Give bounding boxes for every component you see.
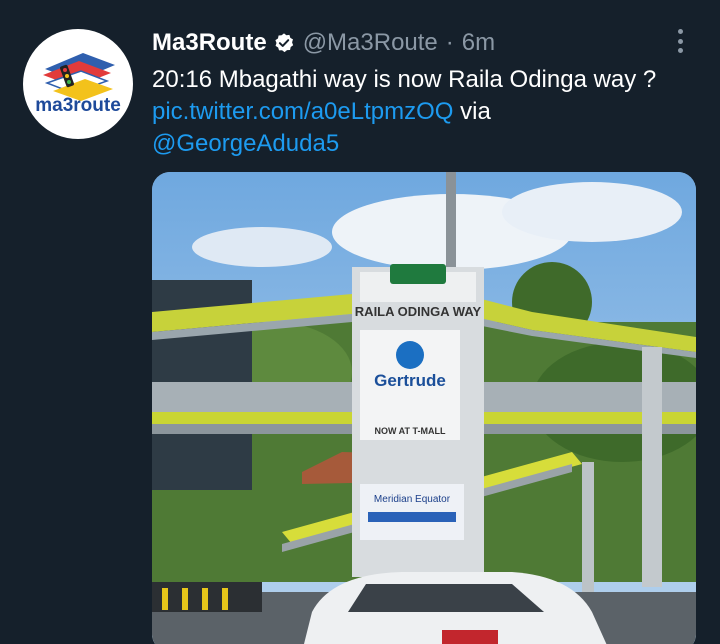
- via-label: via: [460, 98, 491, 125]
- more-vertical-icon[interactable]: [672, 26, 688, 56]
- mention-link[interactable]: @GeorgeAduda5: [152, 130, 339, 157]
- avatar[interactable]: ma3route: [23, 29, 133, 139]
- sign-line-tmall: NOW AT T-MALL: [375, 426, 446, 436]
- tweet-time[interactable]: 6m: [462, 28, 495, 58]
- author-name[interactable]: Ma3Route: [152, 28, 267, 58]
- tweet-text: 20:16 Mbagathi way is now Raila Odinga w…: [152, 64, 692, 160]
- tweet[interactable]: ma3route Ma3Route @Ma3Route · 6m 20:16 M…: [0, 0, 720, 644]
- verified-badge-icon: [273, 32, 295, 54]
- author-handle[interactable]: @Ma3Route: [303, 28, 438, 58]
- sign-brand-gertrude: Gertrude: [374, 371, 446, 390]
- road-sign-text: RAILA ODINGA WAY: [355, 304, 482, 319]
- pic-link[interactable]: pic.twitter.com/a0eLtpmzOQ: [152, 98, 453, 125]
- tweet-header: Ma3Route @Ma3Route · 6m: [152, 28, 495, 58]
- avatar-logo-text: ma3route: [35, 95, 121, 116]
- tweet-photo[interactable]: RAILA ODINGA WAY Gertrude NOW AT T-MALL …: [152, 172, 696, 644]
- sign-brand-meridian: Meridian Equator: [374, 494, 451, 505]
- tweet-body: 20:16 Mbagathi way is now Raila Odinga w…: [152, 66, 657, 93]
- header-separator: ·: [445, 29, 454, 56]
